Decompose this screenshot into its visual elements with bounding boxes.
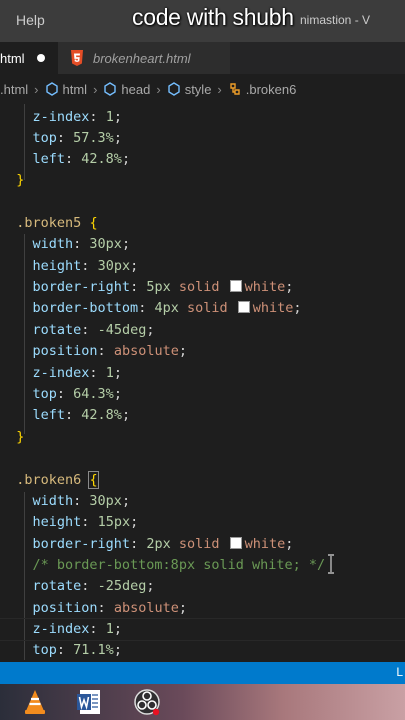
- html5-file-icon: [71, 50, 83, 66]
- menu-help[interactable]: Help: [16, 12, 45, 28]
- tab-active-html[interactable]: html: [0, 42, 58, 75]
- breadcrumb-html[interactable]: html: [63, 82, 88, 97]
- watermark-overlay: code with shubh: [132, 4, 294, 30]
- code-line[interactable]: }: [0, 170, 24, 191]
- code-line[interactable]: .broken6 {: [0, 470, 99, 491]
- code-line[interactable]: position: absolute;: [0, 598, 187, 619]
- unsaved-dot-icon[interactable]: [36, 54, 45, 62]
- bracket-match-highlight: {: [88, 471, 99, 489]
- tab-brokenheart[interactable]: brokenheart.html: [58, 42, 230, 74]
- code-line[interactable]: left: 42.8%;: [0, 405, 131, 426]
- code-line[interactable]: width: 30px;: [0, 234, 131, 255]
- code-line[interactable]: left: 42.8%;: [0, 149, 131, 170]
- css-selector-icon: [230, 83, 240, 95]
- tab-label: brokenheart.html: [93, 50, 191, 66]
- code-line[interactable]: z-index: 1;: [0, 363, 122, 384]
- status-line-indicator[interactable]: L: [396, 665, 403, 679]
- word-icon[interactable]: [74, 687, 104, 717]
- code-line[interactable]: top: 64.3%;: [0, 384, 122, 405]
- element-symbol-icon: [45, 82, 58, 96]
- editor-tab-bar: html brokenheart.html: [0, 42, 405, 75]
- chevron-right-icon: ›: [34, 81, 39, 97]
- code-line[interactable]: rotate: -25deg;: [0, 576, 155, 597]
- breadcrumb-file[interactable]: .html: [0, 82, 28, 97]
- code-line[interactable]: z-index: 1;: [0, 619, 122, 640]
- chevron-right-icon: ›: [156, 81, 161, 97]
- breadcrumb-head[interactable]: head: [121, 82, 150, 97]
- code-line[interactable]: z-index: 1;: [0, 107, 122, 128]
- code-line[interactable]: rotate: -45deg;: [0, 320, 155, 341]
- code-line[interactable]: top: 57.3%;: [0, 128, 122, 149]
- code-line[interactable]: border-right: 2px solid white;: [0, 534, 294, 555]
- color-swatch-white[interactable]: [237, 301, 250, 313]
- obs-icon[interactable]: [132, 687, 162, 717]
- code-line[interactable]: top: 71.1%;: [0, 640, 122, 660]
- text-cursor-icon: [328, 554, 334, 574]
- code-line[interactable]: width: 30px;: [0, 491, 131, 512]
- color-swatch-white[interactable]: [229, 280, 242, 292]
- code-line[interactable]: border-right: 5px solid white;: [0, 277, 294, 298]
- code-line[interactable]: border-bottom: 4px solid white;: [0, 298, 302, 319]
- taskbar: [0, 684, 405, 720]
- color-swatch-white[interactable]: [229, 537, 242, 549]
- window-title: nimastion - V: [300, 13, 371, 27]
- tab-label: html: [0, 50, 25, 66]
- code-line[interactable]: height: 30px;: [0, 256, 139, 277]
- element-symbol-icon: [167, 82, 180, 96]
- element-symbol-icon: [104, 82, 117, 96]
- vlc-icon[interactable]: [20, 687, 50, 717]
- chevron-right-icon: ›: [93, 81, 98, 97]
- breadcrumb-style[interactable]: style: [185, 82, 212, 97]
- chevron-right-icon: ›: [217, 81, 222, 97]
- code-line[interactable]: }: [0, 427, 24, 448]
- status-bar: L: [0, 662, 405, 684]
- code-editor[interactable]: z-index: 1; top: 57.3%; left: 42.8%; } .…: [0, 104, 405, 660]
- code-line[interactable]: height: 15px;: [0, 512, 139, 533]
- breadcrumb-selector[interactable]: .broken6: [246, 82, 297, 97]
- code-line[interactable]: .broken5 {: [0, 213, 97, 234]
- code-line[interactable]: /* border-bottom:8px solid white; */: [0, 555, 326, 576]
- breadcrumb: .html › html › head › style › .broken6: [0, 76, 405, 102]
- code-line[interactable]: position: absolute;: [0, 341, 187, 362]
